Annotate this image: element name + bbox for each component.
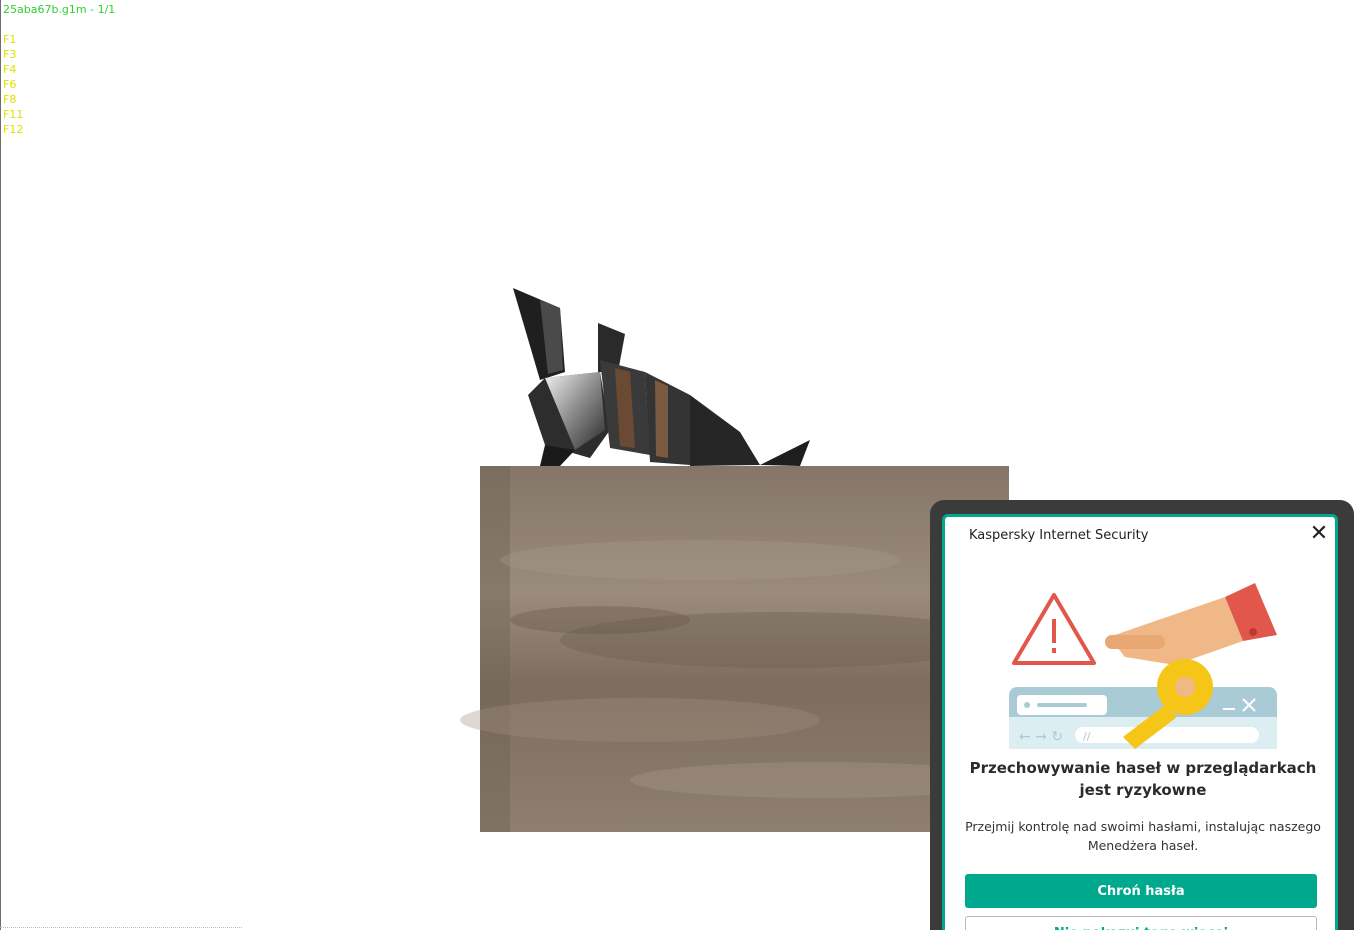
ground-texture	[460, 466, 1010, 832]
notification-description: Przejmij kontrolę nad swoimi hasłami, in…	[965, 819, 1321, 853]
close-icon[interactable]: ✕	[1307, 523, 1331, 547]
svg-text:← → ↻: ← → ↻	[1019, 729, 1063, 745]
creature-model	[513, 288, 810, 466]
warning-triangle-icon	[1012, 593, 1096, 665]
hand-icon	[1105, 583, 1277, 665]
shortcut-key: F3	[3, 48, 17, 61]
shortcut-key: F12	[3, 123, 24, 136]
dont-show-again-button[interactable]: Nie pokazuj tego więcej	[965, 916, 1317, 930]
model-filename: 25aba67b.g1m - 1/1	[3, 3, 116, 16]
shortcut-key: F1	[3, 33, 17, 46]
notification-app-title: Kaspersky Internet Security	[969, 528, 1149, 543]
shortcut-key: F4	[3, 63, 17, 76]
debug-overlay: 25aba67b.g1m - 1/1 F1 F3 F4 F6 F8 F11 F1…	[3, 2, 115, 137]
password-risk-illustration: ← → ↻ //	[1009, 583, 1277, 749]
status-divider	[0, 927, 242, 931]
shortcut-key: F6	[3, 78, 17, 91]
shortcut-key: F11	[3, 108, 24, 121]
shortcut-key-list: F1 F3 F4 F6 F8 F11 F12	[3, 32, 115, 137]
notification-headline: Przechowywanie haseł w przeglądarkach je…	[969, 759, 1317, 799]
shortcut-key: F8	[3, 93, 17, 106]
svg-text://: //	[1083, 730, 1091, 743]
kaspersky-notification: Kaspersky Internet Security ✕ ← → ↻ // P…	[942, 514, 1338, 930]
protect-passwords-button[interactable]: Chroń hasła	[965, 874, 1317, 908]
